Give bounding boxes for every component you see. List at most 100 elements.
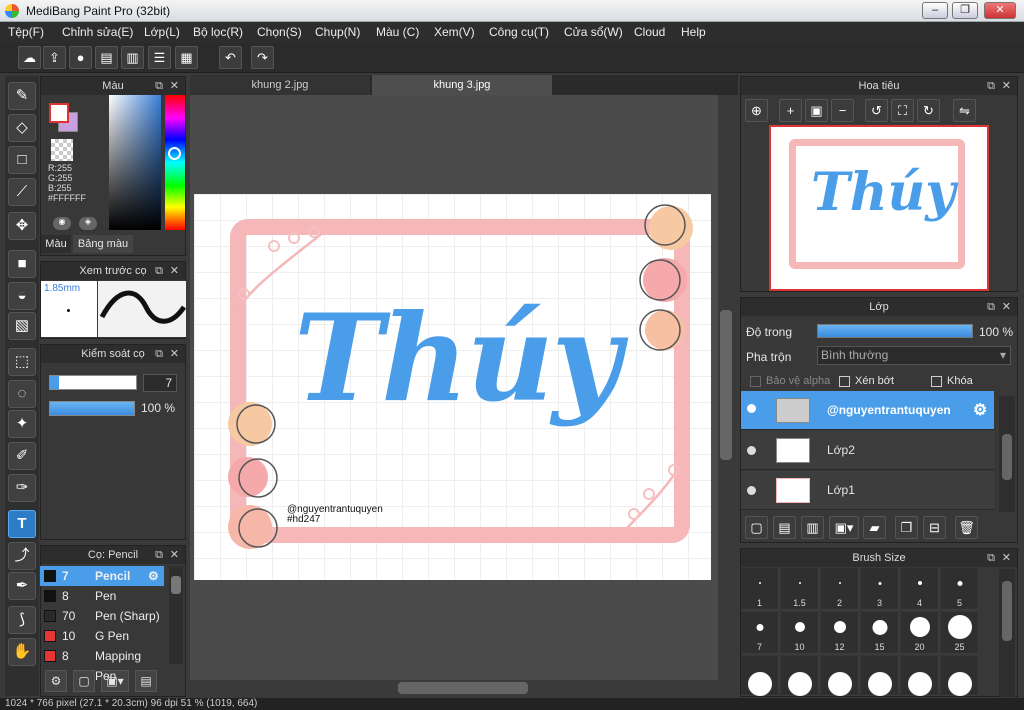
brush-size-cell[interactable] (741, 656, 779, 696)
layer-row[interactable]: Lớp1 (741, 471, 994, 510)
menu-edit[interactable]: Chỉnh sửa(E) (62, 25, 133, 39)
brush-size-cell[interactable] (941, 656, 979, 696)
brush-item[interactable]: 7 Pencil ⚙ (40, 566, 164, 586)
canvas-vertical-scrollbar[interactable] (718, 95, 734, 680)
new-layer-icon[interactable]: ▢ (745, 516, 768, 539)
close-button[interactable]: ✕ (984, 2, 1016, 19)
tab-khung-3[interactable]: khung 3.jpg (372, 75, 552, 95)
menu-color[interactable]: Màu (C) (376, 25, 419, 39)
clip-checkbox[interactable] (839, 376, 850, 387)
primary-color-swatch[interactable] (49, 103, 69, 123)
popout-icon[interactable]: ⧉ (155, 77, 163, 95)
menu-filter[interactable]: Bộ lọc(R) (193, 25, 243, 39)
layer-row[interactable]: @nguyentrantuquyen ⚙ (741, 391, 994, 430)
popout-icon[interactable]: ⧉ (987, 549, 995, 567)
operation-tool-icon[interactable]: ⤴ (8, 542, 36, 570)
undo-icon[interactable]: ↶ (219, 46, 242, 69)
minimize-button[interactable]: – (922, 2, 948, 19)
brush-item[interactable]: 10 G Pen (40, 626, 164, 646)
brush-tool-icon[interactable]: ✎ (8, 82, 36, 110)
menu-select[interactable]: Chọn(S) (257, 25, 302, 39)
magic-wand-icon[interactable]: ✦ (8, 410, 36, 438)
gear-icon[interactable]: ⚙ (148, 566, 159, 586)
document-canvas[interactable]: Thúy @nguyentrantuquyen #hd247 (194, 194, 711, 580)
rotate-left-icon[interactable]: ↺ (865, 99, 888, 122)
text-tool-icon[interactable]: T (8, 510, 36, 538)
document-icon[interactable]: ▥ (121, 46, 144, 69)
close-icon[interactable]: ✕ (1002, 298, 1011, 316)
brush-size-cell[interactable] (901, 656, 939, 696)
navigator-thumbnail[interactable]: Thúy (769, 125, 989, 291)
eye-icon[interactable] (747, 404, 756, 413)
eyedropper-icon[interactable]: ⟆ (8, 606, 36, 634)
layer-scrollbar[interactable] (999, 396, 1015, 512)
brush-item[interactable]: 70 Pen (Sharp) (40, 606, 164, 626)
zoom-in-icon[interactable]: + (779, 99, 802, 122)
hand-tool-icon[interactable]: ✋ (8, 638, 36, 666)
zoom-fit-icon[interactable]: ⊕ (745, 99, 768, 122)
saturation-value-picker[interactable] (109, 95, 161, 230)
horizontal-scroll-thumb[interactable] (398, 682, 528, 694)
brush-item[interactable]: 8 Pen (40, 586, 164, 606)
opacity-slider[interactable] (49, 401, 135, 416)
brush-size-cell[interactable] (821, 656, 859, 696)
popout-icon[interactable]: ⧉ (155, 546, 163, 564)
merge-layer-icon[interactable]: ⊟ (923, 516, 946, 539)
vertical-scroll-thumb[interactable] (720, 310, 732, 460)
rotate-right-icon[interactable]: ↻ (917, 99, 940, 122)
tab-khung-2[interactable]: khung 2.jpg (190, 75, 370, 95)
move-tool-icon[interactable]: ✥ (8, 212, 36, 240)
brush-size-cell[interactable]: 1 (741, 568, 779, 610)
popout-icon[interactable]: ⧉ (155, 262, 163, 280)
brush-item[interactable]: 8 Mapping Pen (40, 646, 164, 683)
close-icon[interactable]: ✕ (170, 345, 179, 363)
redo-icon[interactable]: ↷ (251, 46, 274, 69)
menu-view[interactable]: Xem(V) (434, 25, 475, 39)
popout-icon[interactable]: ⧉ (987, 77, 995, 95)
close-icon[interactable]: ✕ (1002, 549, 1011, 567)
select-eraser-icon[interactable]: ✑ (8, 474, 36, 502)
brush-size-cell[interactable] (781, 656, 819, 696)
transparent-swatch[interactable] (51, 139, 73, 161)
line-tool-icon[interactable]: ⟋ (8, 178, 36, 206)
bucket-tool-icon[interactable]: ◒ (8, 282, 36, 310)
color-picker-button[interactable]: ◈ (79, 217, 97, 230)
size-value-field[interactable]: 7 (143, 374, 177, 392)
fit-window-icon[interactable]: ▣ (805, 99, 828, 122)
color-mode-button[interactable]: ◉ (53, 217, 71, 230)
menu-tools[interactable]: Công cụ(T) (489, 25, 549, 39)
divide-tool-icon[interactable]: ✒ (8, 572, 36, 600)
brush-size-cell[interactable]: 4 (901, 568, 939, 610)
comment-icon[interactable]: ● (69, 46, 92, 69)
brush-size-cell[interactable]: 10 (781, 612, 819, 654)
brush-size-cell[interactable]: 12 (821, 612, 859, 654)
layer-add-menu-icon[interactable]: ▣▾ (829, 516, 859, 539)
select-pen-icon[interactable]: ✐ (8, 442, 36, 470)
alpha-protect-checkbox[interactable] (750, 376, 761, 387)
close-icon[interactable]: ✕ (170, 546, 179, 564)
new-halftone-layer-icon[interactable]: ▤ (773, 516, 796, 539)
select-rect-icon[interactable]: ⬚ (8, 348, 36, 376)
duplicate-layer-icon[interactable]: ❐ (895, 516, 918, 539)
brush-size-cell[interactable]: 1.5 (781, 568, 819, 610)
eye-icon[interactable] (747, 486, 756, 495)
eye-icon[interactable] (747, 446, 756, 455)
brush-size-cell[interactable] (861, 656, 899, 696)
popout-icon[interactable]: ⧉ (987, 298, 995, 316)
menu-help[interactable]: Help (681, 25, 706, 39)
brush-size-scrollbar[interactable] (999, 569, 1015, 697)
hue-slider[interactable] (165, 95, 185, 230)
fill-rect-tool-icon[interactable]: ■ (8, 250, 36, 278)
tab-color[interactable]: Màu (41, 235, 71, 253)
reset-view-icon[interactable]: ⛶ (891, 99, 914, 122)
menu-layer[interactable]: Lớp(L) (144, 25, 180, 39)
zoom-out-icon[interactable]: − (831, 99, 854, 122)
canvas-horizontal-scrollbar[interactable] (190, 680, 738, 696)
menu-capture[interactable]: Chụp(N) (315, 25, 360, 39)
menu-cloud[interactable]: Cloud (634, 25, 665, 39)
flip-icon[interactable]: ⇋ (953, 99, 976, 122)
layer-row[interactable]: Lớp2 (741, 431, 994, 470)
brush-size-cell[interactable]: 15 (861, 612, 899, 654)
maximize-button[interactable]: ❐ (952, 2, 978, 19)
new-8bit-layer-icon[interactable]: ▥ (801, 516, 824, 539)
